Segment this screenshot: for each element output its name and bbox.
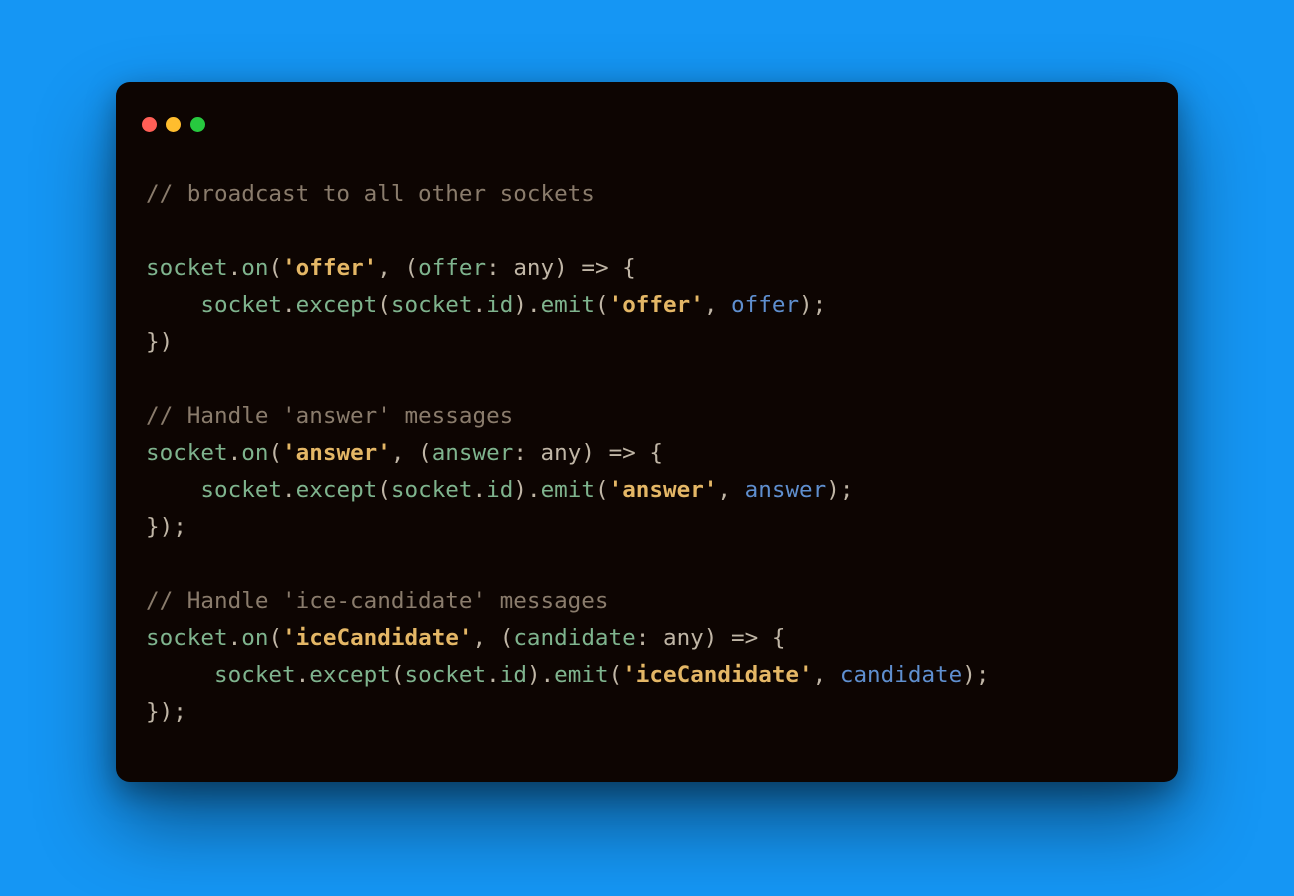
t: .: [282, 292, 296, 318]
t: 'answer': [609, 477, 718, 503]
t: any: [513, 255, 554, 281]
zoom-icon[interactable]: [190, 117, 205, 132]
t: 'answer': [282, 440, 391, 466]
t: .: [228, 255, 242, 281]
t: :: [486, 255, 513, 281]
t: except: [309, 662, 391, 688]
t: socket: [391, 292, 473, 318]
t: socket: [214, 662, 296, 688]
t: }): [146, 329, 173, 355]
t: (: [268, 440, 282, 466]
t: on: [241, 625, 268, 651]
t: 'offer': [609, 292, 704, 318]
close-icon[interactable]: [142, 117, 157, 132]
t: .: [282, 477, 296, 503]
t: .: [473, 292, 487, 318]
t: offer: [731, 292, 799, 318]
t: ).: [513, 477, 540, 503]
t: {: [758, 625, 785, 651]
t: ,: [704, 292, 731, 318]
code-window: // broadcast to all other sockets socket…: [116, 82, 1178, 782]
t: (: [391, 662, 405, 688]
t: emit: [541, 477, 595, 503]
t: ): [581, 440, 608, 466]
t: =>: [581, 255, 608, 281]
code-comment: // Handle 'ice-candidate' messages: [146, 588, 609, 614]
t: ): [554, 255, 581, 281]
t: );: [799, 292, 826, 318]
t: emit: [554, 662, 608, 688]
t: socket: [146, 255, 228, 281]
t: answer: [745, 477, 827, 503]
t: (: [377, 477, 391, 503]
t: [146, 662, 214, 688]
t: id: [486, 477, 513, 503]
t: :: [513, 440, 540, 466]
t: [146, 292, 200, 318]
t: id: [486, 292, 513, 318]
t: , (: [391, 440, 432, 466]
t: ,: [813, 662, 840, 688]
t: 'iceCandidate': [282, 625, 472, 651]
t: .: [473, 477, 487, 503]
t: offer: [418, 255, 486, 281]
t: ,: [717, 477, 744, 503]
t: =>: [731, 625, 758, 651]
t: =>: [609, 440, 636, 466]
t: 'iceCandidate': [622, 662, 812, 688]
t: 'offer': [282, 255, 377, 281]
t: ).: [513, 292, 540, 318]
t: });: [146, 514, 187, 540]
t: socket: [391, 477, 473, 503]
minimize-icon[interactable]: [166, 117, 181, 132]
t: (: [377, 292, 391, 318]
t: :: [636, 625, 663, 651]
t: (: [595, 477, 609, 503]
t: candidate: [513, 625, 635, 651]
t: , (: [473, 625, 514, 651]
code-comment: // broadcast to all other sockets: [146, 181, 595, 207]
t: (: [268, 625, 282, 651]
t: .: [228, 625, 242, 651]
t: answer: [432, 440, 514, 466]
t: {: [636, 440, 663, 466]
t: .: [296, 662, 310, 688]
t: socket: [146, 440, 228, 466]
t: on: [241, 255, 268, 281]
t: candidate: [840, 662, 962, 688]
t: except: [296, 477, 378, 503]
t: ): [704, 625, 731, 651]
t: .: [486, 662, 500, 688]
t: emit: [541, 292, 595, 318]
t: (: [595, 292, 609, 318]
t: , (: [377, 255, 418, 281]
t: );: [826, 477, 853, 503]
t: ).: [527, 662, 554, 688]
titlebar: [116, 82, 1178, 144]
code-block: // broadcast to all other sockets socket…: [116, 144, 1178, 757]
t: socket: [200, 292, 282, 318]
t: on: [241, 440, 268, 466]
t: any: [663, 625, 704, 651]
code-comment: // Handle 'answer' messages: [146, 403, 513, 429]
t: except: [296, 292, 378, 318]
t: );: [962, 662, 989, 688]
t: socket: [404, 662, 486, 688]
t: [146, 477, 200, 503]
t: (: [268, 255, 282, 281]
t: id: [500, 662, 527, 688]
t: socket: [146, 625, 228, 651]
t: });: [146, 699, 187, 725]
t: {: [609, 255, 636, 281]
t: .: [228, 440, 242, 466]
t: any: [541, 440, 582, 466]
t: (: [609, 662, 623, 688]
t: socket: [200, 477, 282, 503]
